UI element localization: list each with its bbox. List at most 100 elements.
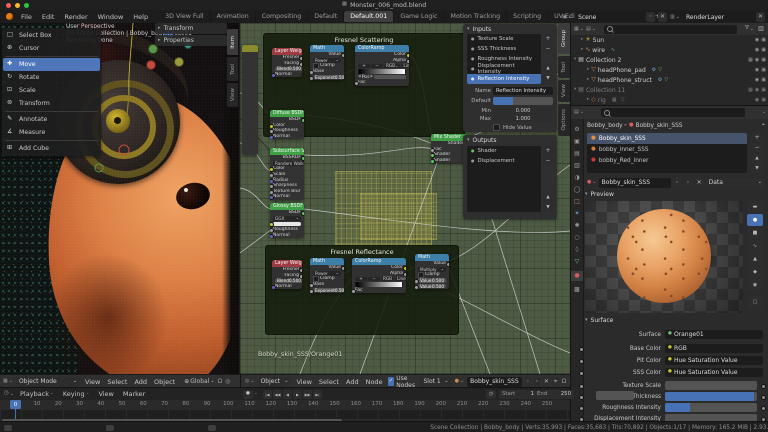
tab-data-icon[interactable]: ▽ [575, 259, 580, 265]
tab-scripting[interactable]: Scripting [507, 11, 548, 22]
hide-eye-icon[interactable]: ◉ [755, 68, 759, 73]
node-input[interactable]: Fac [355, 80, 409, 86]
unlink-button[interactable]: ✕ [695, 178, 704, 188]
node-input[interactable]: Normal [270, 194, 304, 200]
slot-row[interactable]: ●bobby_inner_SSS [587, 144, 747, 155]
move-input-down-button[interactable]: ▼ [543, 74, 553, 83]
input-item[interactable]: ●Displacement Intensity [467, 64, 541, 74]
outliner-row-headphone-struct[interactable]: ▸▽headPhone_struct⚙▽◉▣ [571, 75, 768, 85]
auto-key-record-button[interactable]: ● [243, 390, 253, 399]
move-output-down-button[interactable]: ▼ [543, 203, 553, 212]
surface-panel-header[interactable]: ▾Surface [585, 317, 613, 324]
slot-row-selected[interactable]: ●Bobby_skin_SSS [587, 133, 747, 144]
scene-copy-button[interactable]: ◦ [646, 12, 655, 22]
material-name-field[interactable]: Bobby_skin_SSS [599, 178, 671, 188]
expand-icon[interactable]: ▸ [587, 68, 589, 73]
menu-window[interactable]: Window [93, 13, 129, 21]
tool-rotate[interactable]: ↻Rotate [3, 71, 100, 84]
shader-node-editor[interactable]: Fresnel Scattering Layer Weight Fresnel … [240, 23, 570, 374]
add-stop-button[interactable]: + [358, 64, 370, 69]
editor-type-button[interactable]: ◷⌄ [4, 391, 14, 397]
new-material-button[interactable]: ◦ [534, 377, 540, 387]
jump-to-end-button[interactable]: ▶| [313, 390, 322, 399]
node-input[interactable]: Normal [272, 284, 302, 290]
vp-menu-view[interactable]: View [83, 378, 102, 386]
data-dropdown[interactable]: Data⌄ [706, 178, 765, 188]
node-header[interactable]: Math [310, 45, 344, 52]
node-header[interactable]: Math [415, 254, 449, 261]
tab-default-001[interactable]: Default.001 [344, 11, 394, 22]
hide-eye-icon[interactable]: ◉ [755, 98, 759, 103]
blender-logo-icon[interactable] [6, 13, 13, 20]
play-button[interactable]: ▶ [293, 390, 302, 399]
node-header[interactable]: Mix Shader [431, 134, 467, 141]
remove-stop-button[interactable]: − [371, 64, 383, 69]
sidebar-tab-group[interactable]: Group [558, 24, 570, 54]
node-input[interactable]: Normal [270, 134, 304, 140]
tab-world-icon[interactable]: ◯ [574, 187, 581, 193]
node-clipped[interactable] [242, 45, 258, 155]
editor-type-button[interactable]: ▤⌄ [574, 110, 584, 115]
outputs-panel-header[interactable]: ▾Outputs [463, 135, 557, 145]
outliner-row-sun[interactable]: ▸☀Sun◉▣ [571, 35, 768, 45]
slot-dropdown[interactable]: Slot 1⌄ [420, 377, 451, 387]
sidebar-tab-tool[interactable]: Tool [558, 56, 570, 78]
sidebar-panel-properties[interactable]: ▸Properties [155, 35, 227, 46]
expand-icon[interactable]: ▸ [581, 38, 583, 43]
node-math-power[interactable]: Math Value Power⌄ Clamp Base Exponent0.5… [310, 45, 344, 80]
current-frame-field[interactable]: 0 [596, 391, 634, 400]
menu-help[interactable]: Help [128, 13, 153, 21]
render-visibility-icon[interactable]: ▣ [761, 38, 766, 43]
outliner-row-wire[interactable]: ▸∿wire∿◉▣ [571, 45, 768, 55]
node-header[interactable]: Layer Weight [272, 48, 302, 55]
max-value-field[interactable]: 1.000 [493, 115, 553, 122]
editor-type-button[interactable]: ▦⌄ [3, 379, 13, 384]
orientation-dropdown[interactable]: ⊕Global⌄ [184, 378, 214, 385]
tab-3d-view-full[interactable]: 3D View Full [159, 11, 211, 22]
node-subsurface-scattering[interactable]: Subsurface Scattering BSSRDF Random Walk… [270, 148, 304, 200]
tab-game-logic[interactable]: Game Logic [394, 11, 444, 22]
node-header[interactable]: Glossy BSDF [270, 203, 304, 210]
node-input[interactable]: Exponent0.500 [310, 74, 344, 80]
node-input[interactable]: Shader [431, 158, 467, 164]
new-material-button[interactable]: ◦ [684, 178, 693, 188]
end-frame-field[interactable]: End250 [534, 390, 574, 399]
hide-value-checkbox[interactable] [493, 124, 500, 131]
menu-file[interactable]: File [16, 13, 37, 21]
menu-marker[interactable]: Marker [120, 390, 148, 398]
pos-field[interactable] [374, 75, 406, 80]
render-visibility-icon[interactable]: ▣ [761, 98, 766, 103]
add-output-button[interactable]: + [543, 146, 553, 155]
ne-menu-add[interactable]: Add [344, 378, 361, 386]
outliner-row-rig[interactable]: ▸◇rig▦▽◉▣ [571, 95, 768, 105]
chevron-down-icon[interactable]: ⌄ [254, 392, 258, 397]
filter-button[interactable]: ∇⌄ [745, 26, 754, 32]
node-header[interactable]: Diffuse BSDF [270, 110, 304, 117]
renderlayer-name-field[interactable]: RenderLayer [683, 12, 753, 22]
tool-move[interactable]: ✚Move [3, 58, 100, 71]
input-item[interactable]: ●SSS Thickness [467, 44, 541, 54]
tab-compositing[interactable]: Compositing [256, 11, 308, 22]
preview-shape-fluid[interactable]: ◆ [747, 266, 763, 278]
tab-view-layer-icon[interactable]: ▥ [574, 163, 580, 169]
node-input[interactable]: Normal [270, 232, 304, 238]
play-reverse-button[interactable]: ◀ [283, 390, 292, 399]
pit-color-field[interactable]: ●Hue Saturation Value [665, 356, 763, 365]
display-mode-button[interactable]: ▦⌄ [574, 27, 584, 32]
preview-panel-header[interactable]: ▾Preview [585, 191, 614, 198]
tab-render-icon[interactable]: ▣ [574, 139, 580, 145]
exclude-checkbox-icon[interactable]: ▦ [748, 88, 753, 93]
preview-shape-plane[interactable]: ▬ [747, 201, 763, 213]
timeline-track[interactable] [0, 410, 570, 419]
mode-dropdown[interactable]: Object Mode⌄ [16, 377, 80, 387]
node-header[interactable]: Subsurface Scattering [270, 148, 304, 155]
tool-annotate[interactable]: ✎Annotate [3, 113, 100, 126]
tab-object-icon[interactable]: □ [574, 199, 580, 205]
node-header[interactable]: Math [310, 258, 344, 265]
next-keyframe-button[interactable]: ▶▶ [303, 390, 312, 399]
sss-color-field[interactable]: ●Hue Saturation Value [665, 368, 763, 377]
renderlayer-unlink-button[interactable]: ✕ [756, 12, 765, 22]
render-visibility-icon[interactable]: ▣ [761, 68, 766, 73]
sidebar-tab-tool[interactable]: Tool [227, 57, 238, 81]
add-slot-button[interactable]: + [751, 133, 763, 142]
